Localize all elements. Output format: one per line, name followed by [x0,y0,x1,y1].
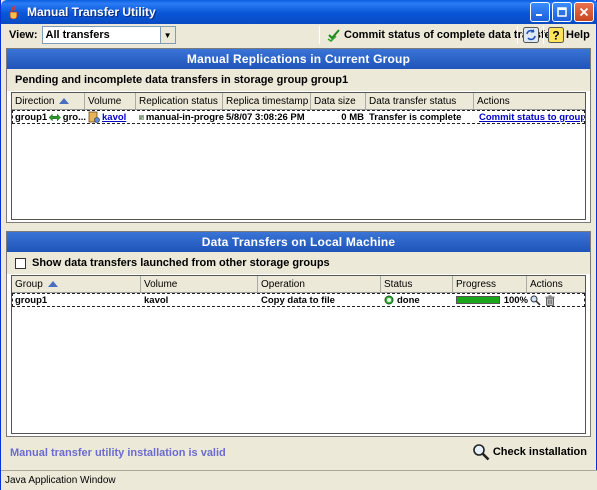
help-label: Help [566,29,590,41]
column-header-direction[interactable]: Direction [12,93,85,109]
close-icon [579,7,589,17]
sort-ascending-icon [59,98,70,104]
replications-header: Manual Replications in Current Group [7,49,590,69]
cell-transfer-status: Transfer is complete [369,111,462,123]
help-button[interactable]: ? Help [548,26,590,44]
cell-replica-timestamp: 5/8/07 3:08:26 PM [226,111,305,123]
progress-text: 100% [503,294,528,306]
view-select[interactable]: All transfers ▼ [41,26,176,44]
magnifier-icon[interactable] [530,295,541,306]
cell-actions [528,294,584,306]
column-header-transfer-status[interactable]: Data transfer status [366,93,474,109]
app-window: Manual Transfer Utility View: All transf… [0,0,597,490]
local-transfers-table: Group Volume Operation Status Progress A… [11,275,586,434]
cell-volume: kavol [86,111,137,123]
column-header-data-size[interactable]: Data size [311,93,366,109]
java-window-bar: Java Application Window [1,470,597,490]
toolbar-separator [319,26,320,44]
replication-status-icon [139,114,144,120]
replications-panel: Manual Replications in Current Group Pen… [6,48,591,223]
refresh-button[interactable] [523,26,539,44]
bidirectional-arrow-icon [49,113,61,121]
cell-progress: 100% [454,294,528,306]
column-header-replication-status[interactable]: Replication status [136,93,223,109]
java-cup-icon [7,5,21,19]
cell-data-size: 0 MB [341,111,364,123]
column-header-replica-timestamp[interactable]: Replica timestamp [223,93,311,109]
cell-volume: kavol [144,294,169,306]
view-selected-value: All transfers [45,29,110,41]
maximize-button[interactable] [552,2,572,22]
local-transfers-header: Data Transfers on Local Machine [7,232,590,252]
table-row[interactable]: group1 gro... kavol manual-in-progre 5/8… [12,110,585,124]
show-other-groups-checkbox[interactable] [15,257,26,269]
table-row[interactable]: group1 kavol Copy data to file done 100% [12,293,585,307]
cell-operation: Copy data to file [261,294,335,306]
magnifier-icon [473,444,490,461]
svg-text:?: ? [552,29,559,43]
refresh-icon [523,27,539,43]
column-header-actions[interactable]: Actions [474,93,585,109]
cell-actions: Commit status to group [475,111,584,123]
column-header-actions[interactable]: Actions [527,276,585,292]
show-other-groups-label[interactable]: Show data transfers launched from other … [32,257,330,269]
title-bar[interactable]: Manual Transfer Utility [1,0,597,24]
maximize-icon [557,7,567,17]
column-header-volume[interactable]: Volume [141,276,258,292]
minimize-icon [536,14,542,16]
replications-subtitle: Pending and incomplete data transfers in… [7,69,590,91]
java-window-label: Java Application Window [5,475,116,486]
window-title: Manual Transfer Utility [27,5,156,19]
replications-table-header: Direction Volume Replication status Repl… [12,93,585,110]
chevron-down-icon[interactable]: ▼ [159,27,175,43]
toolbar-separator [517,26,518,44]
help-icon: ? [548,27,564,43]
commit-icon [327,29,340,42]
sort-ascending-icon [47,281,58,287]
column-header-progress[interactable]: Progress [453,276,527,292]
close-button[interactable] [574,2,594,22]
cell-group: group1 [15,294,48,306]
check-installation-label: Check installation [492,446,587,458]
column-header-operation[interactable]: Operation [258,276,381,292]
check-installation-button[interactable]: Check installation [472,443,587,461]
commit-status-to-group-link[interactable]: Commit status to group [479,112,584,123]
volume-link[interactable]: kavol [102,112,126,123]
cell-replication-status: manual-in-progre [137,111,224,123]
column-header-group[interactable]: Group [12,276,141,292]
toolbar: View: All transfers ▼ Commit status of c… [1,24,597,46]
toolbar-separator [543,26,544,44]
local-transfers-table-header: Group Volume Operation Status Progress A… [12,276,585,293]
progress-fill [457,297,499,303]
installation-valid-message: Manual transfer utility installation is … [10,447,226,459]
replications-table: Direction Volume Replication status Repl… [11,92,586,220]
volume-icon [88,111,100,123]
cell-direction: group1 gro... [15,111,86,123]
column-header-status[interactable]: Status [381,276,453,292]
done-status-icon [384,295,394,305]
progress-bar [456,296,500,304]
trash-icon[interactable] [545,294,555,306]
show-other-groups-row: Show data transfers launched from other … [7,252,590,274]
minimize-button[interactable] [530,2,550,22]
cell-status: done [382,294,454,306]
view-label: View: [9,29,38,41]
status-line: Manual transfer utility installation is … [6,440,591,466]
local-transfers-panel: Data Transfers on Local Machine Show dat… [6,231,591,437]
column-header-volume[interactable]: Volume [85,93,136,109]
